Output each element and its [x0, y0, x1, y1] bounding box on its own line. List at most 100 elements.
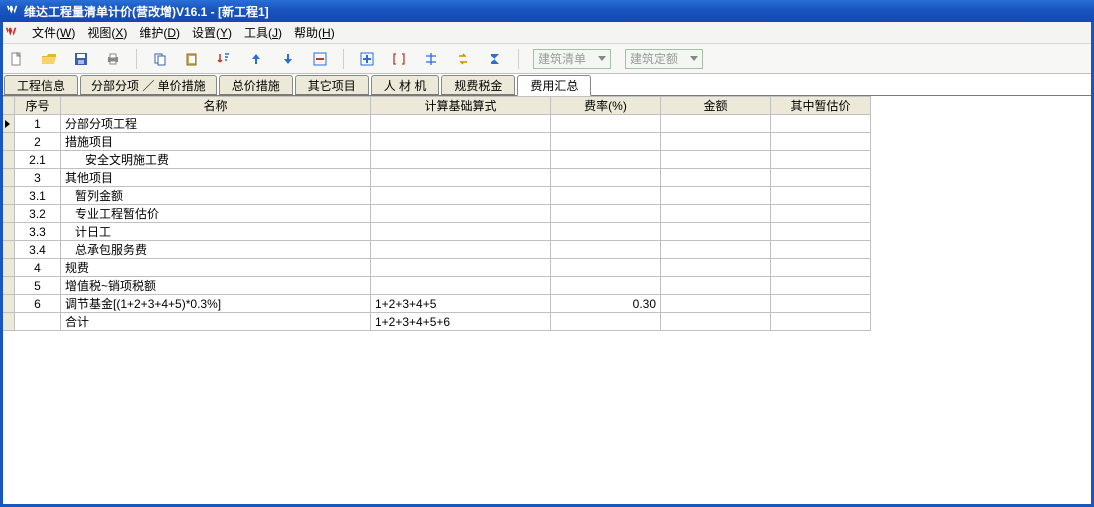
menu-help[interactable]: 帮助(H) — [288, 24, 341, 42]
cell-provisional[interactable] — [771, 313, 871, 331]
arrow-down-icon[interactable] — [279, 50, 297, 68]
plus-icon[interactable] — [358, 50, 376, 68]
combo-list-type[interactable]: 建筑清单 — [533, 49, 611, 69]
cell-seq[interactable] — [15, 313, 61, 331]
cell-formula[interactable]: 1+2+3+4+5+6 — [371, 313, 551, 331]
menu-settings[interactable]: 设置(Y) — [186, 24, 238, 42]
cell-seq[interactable]: 2.1 — [15, 151, 61, 169]
cell-rate[interactable] — [551, 169, 661, 187]
menu-view[interactable]: 视图(X) — [81, 24, 133, 42]
cell-amount[interactable] — [661, 241, 771, 259]
tab-0[interactable]: 工程信息 — [4, 75, 78, 95]
table-row[interactable]: 合计1+2+3+4+5+6 — [1, 313, 871, 331]
table-row[interactable]: 4规费 — [1, 259, 871, 277]
cell-provisional[interactable] — [771, 133, 871, 151]
cell-name[interactable]: 计日工 — [61, 223, 371, 241]
table-row[interactable]: 5增值税~销项税额 — [1, 277, 871, 295]
cell-provisional[interactable] — [771, 151, 871, 169]
cell-seq[interactable]: 3.3 — [15, 223, 61, 241]
cell-formula[interactable] — [371, 133, 551, 151]
cell-rate[interactable] — [551, 187, 661, 205]
cell-provisional[interactable] — [771, 205, 871, 223]
cell-provisional[interactable] — [771, 187, 871, 205]
open-folder-icon[interactable] — [40, 50, 58, 68]
cell-seq[interactable]: 6 — [15, 295, 61, 313]
cell-provisional[interactable] — [771, 277, 871, 295]
minus-icon[interactable] — [311, 50, 329, 68]
cell-amount[interactable] — [661, 133, 771, 151]
col-name[interactable]: 名称 — [61, 97, 371, 115]
cell-rate[interactable] — [551, 259, 661, 277]
cell-rate[interactable] — [551, 151, 661, 169]
cell-formula[interactable] — [371, 169, 551, 187]
cell-rate[interactable]: 0.30 — [551, 295, 661, 313]
paste-icon[interactable] — [183, 50, 201, 68]
cell-name[interactable]: 其他项目 — [61, 169, 371, 187]
arrow-up-icon[interactable] — [247, 50, 265, 68]
cell-rate[interactable] — [551, 205, 661, 223]
col-formula[interactable]: 计算基础算式 — [371, 97, 551, 115]
save-icon[interactable] — [72, 50, 90, 68]
col-amount[interactable]: 金额 — [661, 97, 771, 115]
cell-amount[interactable] — [661, 295, 771, 313]
cell-seq[interactable]: 3.1 — [15, 187, 61, 205]
copy-icon[interactable] — [151, 50, 169, 68]
cell-formula[interactable]: 1+2+3+4+5 — [371, 295, 551, 313]
tab-5[interactable]: 规费税金 — [441, 75, 515, 95]
tab-1[interactable]: 分部分项 ／ 单价措施 — [80, 75, 217, 95]
cell-rate[interactable] — [551, 313, 661, 331]
combo-quota-type[interactable]: 建筑定额 — [625, 49, 703, 69]
menu-maintain[interactable]: 维护(D) — [133, 24, 186, 42]
cell-provisional[interactable] — [771, 259, 871, 277]
tab-6[interactable]: 费用汇总 — [517, 75, 591, 96]
cell-amount[interactable] — [661, 223, 771, 241]
cell-name[interactable]: 分部分项工程 — [61, 115, 371, 133]
menu-file[interactable]: 文件(W) — [26, 24, 81, 42]
col-rate[interactable]: 费率(%) — [551, 97, 661, 115]
cell-rate[interactable] — [551, 277, 661, 295]
cell-rate[interactable] — [551, 241, 661, 259]
table-row[interactable]: 3.4总承包服务费 — [1, 241, 871, 259]
col-provisional[interactable]: 其中暂估价 — [771, 97, 871, 115]
table-row[interactable]: 3.2专业工程暂估价 — [1, 205, 871, 223]
cell-name[interactable]: 增值税~销项税额 — [61, 277, 371, 295]
cell-name[interactable]: 暂列金额 — [61, 187, 371, 205]
table-row[interactable]: 1分部分项工程 — [1, 115, 871, 133]
cell-formula[interactable] — [371, 241, 551, 259]
table-row[interactable]: 2措施项目 — [1, 133, 871, 151]
cell-provisional[interactable] — [771, 169, 871, 187]
cell-seq[interactable]: 4 — [15, 259, 61, 277]
cell-provisional[interactable] — [771, 223, 871, 241]
cell-seq[interactable]: 5 — [15, 277, 61, 295]
tab-2[interactable]: 总价措施 — [219, 75, 293, 95]
cell-formula[interactable] — [371, 277, 551, 295]
cell-rate[interactable] — [551, 115, 661, 133]
cell-seq[interactable]: 2 — [15, 133, 61, 151]
cell-provisional[interactable] — [771, 241, 871, 259]
sigma-icon[interactable] — [486, 50, 504, 68]
cell-formula[interactable] — [371, 115, 551, 133]
cell-provisional[interactable] — [771, 115, 871, 133]
menu-tools[interactable]: 工具(J) — [238, 24, 288, 42]
table-row[interactable]: 3其他项目 — [1, 169, 871, 187]
cell-amount[interactable] — [661, 187, 771, 205]
cell-seq[interactable]: 3.2 — [15, 205, 61, 223]
cell-amount[interactable] — [661, 313, 771, 331]
table-row[interactable]: 6调节基金[(1+2+3+4+5)*0.3%]1+2+3+4+50.30 — [1, 295, 871, 313]
table-row[interactable]: 3.1暂列金额 — [1, 187, 871, 205]
cell-formula[interactable] — [371, 259, 551, 277]
cell-amount[interactable] — [661, 115, 771, 133]
table-row[interactable]: 2.1安全文明施工费 — [1, 151, 871, 169]
print-icon[interactable] — [104, 50, 122, 68]
cell-amount[interactable] — [661, 259, 771, 277]
align-icon[interactable] — [422, 50, 440, 68]
cell-seq[interactable]: 3 — [15, 169, 61, 187]
cell-seq[interactable]: 1 — [15, 115, 61, 133]
cell-rate[interactable] — [551, 133, 661, 151]
swap-icon[interactable] — [454, 50, 472, 68]
cell-amount[interactable] — [661, 277, 771, 295]
cell-formula[interactable] — [371, 223, 551, 241]
cell-amount[interactable] — [661, 151, 771, 169]
cell-name[interactable]: 总承包服务费 — [61, 241, 371, 259]
cell-formula[interactable] — [371, 187, 551, 205]
